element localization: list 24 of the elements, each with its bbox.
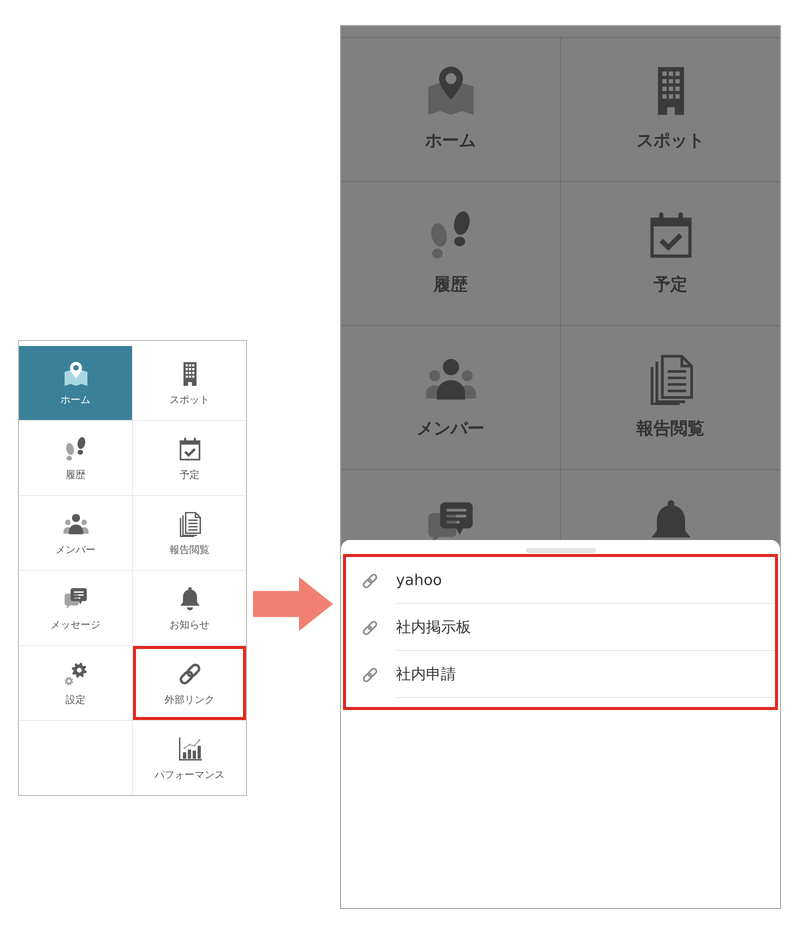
link-item[interactable]: 社内掲示板	[346, 604, 775, 651]
menu-tile[interactable]: 設定	[19, 646, 132, 720]
link-item[interactable]: yahoo	[346, 557, 775, 604]
menu-tile[interactable]: ホーム	[19, 346, 132, 420]
people-icon	[62, 511, 88, 537]
bar-chart-icon	[176, 736, 202, 762]
menu-tile[interactable]: お知らせ	[133, 571, 246, 645]
menu-tile[interactable]: 報告閲覧	[133, 496, 246, 570]
link-icon	[361, 572, 379, 590]
menu-tile[interactable]: スポット	[133, 346, 246, 420]
link-item[interactable]: 社内申請	[346, 651, 775, 698]
menu-tile[interactable]: 履歴	[19, 421, 132, 495]
menu-tile[interactable]: 予定	[133, 421, 246, 495]
menu-tile[interactable]: メッセージ	[19, 571, 132, 645]
gear-icon	[62, 661, 88, 687]
menu-tile[interactable]: パフォーマンス	[133, 721, 246, 795]
drag-handle[interactable]	[526, 548, 596, 553]
link-icon	[176, 661, 202, 687]
calendar-check-icon	[176, 436, 202, 462]
link-icon	[361, 666, 379, 684]
map-pin-icon	[62, 361, 88, 387]
link-icon	[361, 618, 379, 636]
menu-tile[interactable]: メンバー	[19, 496, 132, 570]
arrow-icon	[253, 577, 333, 631]
